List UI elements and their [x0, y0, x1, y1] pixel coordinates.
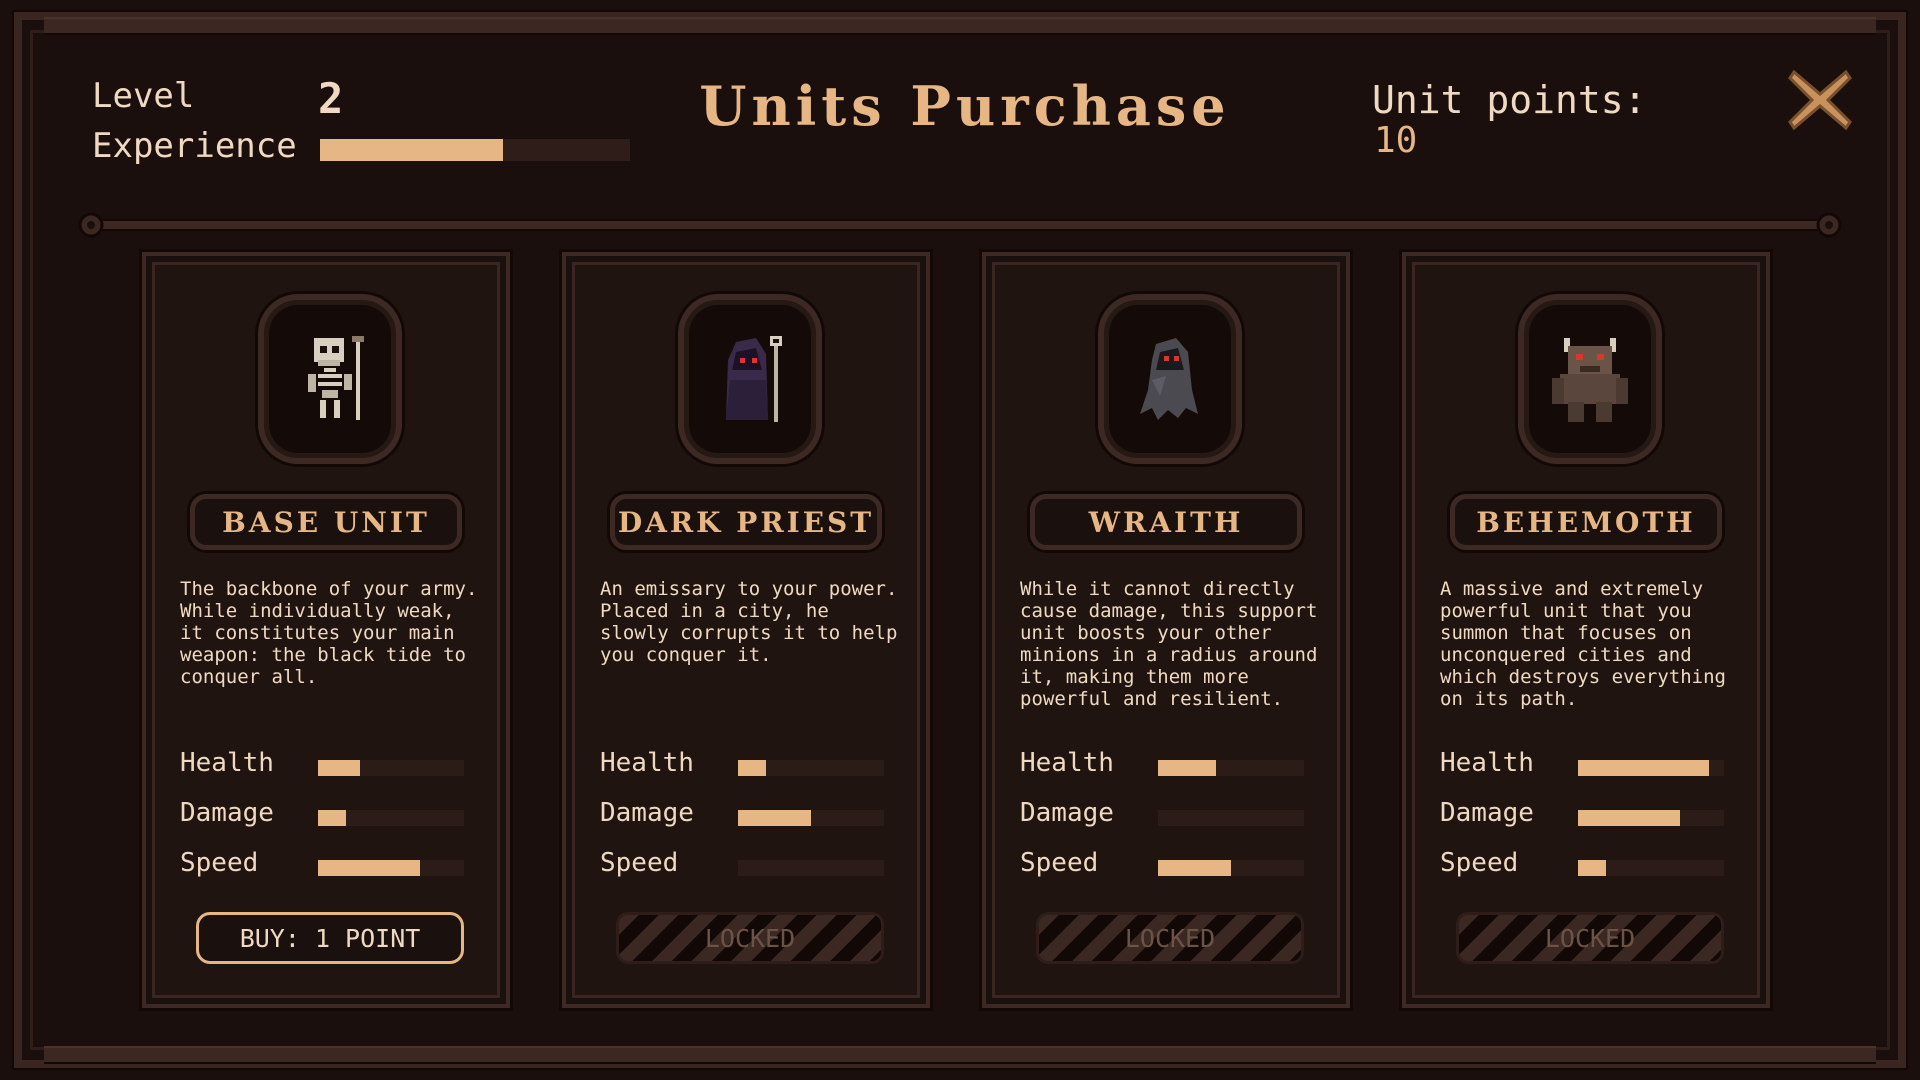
health-bar: [738, 760, 884, 776]
health-bar-fill: [318, 760, 361, 776]
unit-card-behemoth: BEHEMOTH A massive and extremely powerfu…: [1402, 252, 1770, 1008]
level-value: 2: [318, 74, 344, 123]
skeleton-portrait: [308, 336, 364, 420]
damage-label: Damage: [1440, 798, 1534, 828]
damage-bar-fill: [1578, 810, 1681, 826]
close-button[interactable]: [1784, 64, 1856, 136]
unit-name: BEHEMOTH: [1476, 505, 1696, 539]
unit-portrait: [1518, 294, 1662, 464]
close-icon: [1788, 69, 1852, 131]
damage-bar: [1158, 810, 1304, 826]
unit-name: WRAITH: [1088, 505, 1244, 539]
unit-portrait: [1098, 294, 1242, 464]
bottom-rail: [44, 1046, 1876, 1064]
speed-label: Speed: [1020, 848, 1099, 878]
experience-bar: [320, 139, 630, 161]
speed-label: Speed: [1440, 848, 1519, 878]
unit-card-wraith: WRAITH While it cannot directly cause da…: [982, 252, 1350, 1008]
health-bar: [1158, 760, 1304, 776]
unit-card-base-unit: BASE UNIT The backbone of your army. Whi…: [142, 252, 510, 1008]
damage-label: Damage: [180, 798, 274, 828]
speed-bar-fill: [318, 860, 421, 876]
damage-bar-fill: [318, 810, 346, 826]
health-bar: [318, 760, 464, 776]
unit-portrait: [258, 294, 402, 464]
damage-label: Damage: [600, 798, 694, 828]
speed-bar: [1158, 860, 1304, 876]
health-bar-fill: [1578, 760, 1710, 776]
health-label: Health: [1440, 748, 1534, 778]
speed-bar-fill: [1578, 860, 1606, 876]
level-label: Level: [92, 76, 195, 116]
unit-points-value: 10: [1374, 120, 1418, 161]
dark-priest-portrait: [726, 336, 782, 422]
unit-name-plate: BASE UNIT: [190, 494, 462, 550]
health-bar-fill: [738, 760, 766, 776]
health-label: Health: [180, 748, 274, 778]
unit-name-plate: WRAITH: [1030, 494, 1302, 550]
unit-name-plate: BEHEMOTH: [1450, 494, 1722, 550]
behemoth-portrait: [1552, 338, 1628, 422]
wraith-portrait: [1140, 338, 1198, 420]
speed-label: Speed: [180, 848, 259, 878]
speed-bar: [318, 860, 464, 876]
damage-bar: [1578, 810, 1724, 826]
experience-label: Experience: [92, 126, 297, 166]
health-label: Health: [600, 748, 694, 778]
speed-bar: [1578, 860, 1724, 876]
unit-name: DARK PRIEST: [617, 505, 875, 539]
unit-description: A massive and extremely powerful unit th…: [1440, 578, 1726, 710]
unit-card-dark-priest: DARK PRIEST An emissary to your power. P…: [562, 252, 930, 1008]
damage-bar-fill: [738, 810, 811, 826]
unit-portrait: [678, 294, 822, 464]
unit-description: While it cannot directly cause damage, t…: [1020, 578, 1318, 710]
locked-button: LOCKED: [1036, 912, 1304, 964]
buy-button[interactable]: BUY: 1 POINT: [196, 912, 464, 964]
page-title: Units Purchase: [699, 74, 1231, 138]
experience-bar-fill: [320, 139, 503, 161]
speed-label: Speed: [600, 848, 679, 878]
health-label: Health: [1020, 748, 1114, 778]
unit-points-label: Unit points:: [1372, 78, 1647, 122]
header-divider: [78, 212, 1842, 238]
locked-button: LOCKED: [616, 912, 884, 964]
damage-bar: [318, 810, 464, 826]
damage-label: Damage: [1020, 798, 1114, 828]
damage-bar: [738, 810, 884, 826]
top-rail: [44, 17, 1876, 35]
locked-button: LOCKED: [1456, 912, 1724, 964]
unit-name: BASE UNIT: [222, 505, 430, 539]
health-bar: [1578, 760, 1724, 776]
speed-bar-fill: [1158, 860, 1231, 876]
unit-description: The backbone of your army. While individ…: [180, 578, 478, 688]
speed-bar: [738, 860, 884, 876]
health-bar-fill: [1158, 760, 1217, 776]
unit-description: An emissary to your power. Placed in a c…: [600, 578, 898, 666]
unit-name-plate: DARK PRIEST: [610, 494, 882, 550]
